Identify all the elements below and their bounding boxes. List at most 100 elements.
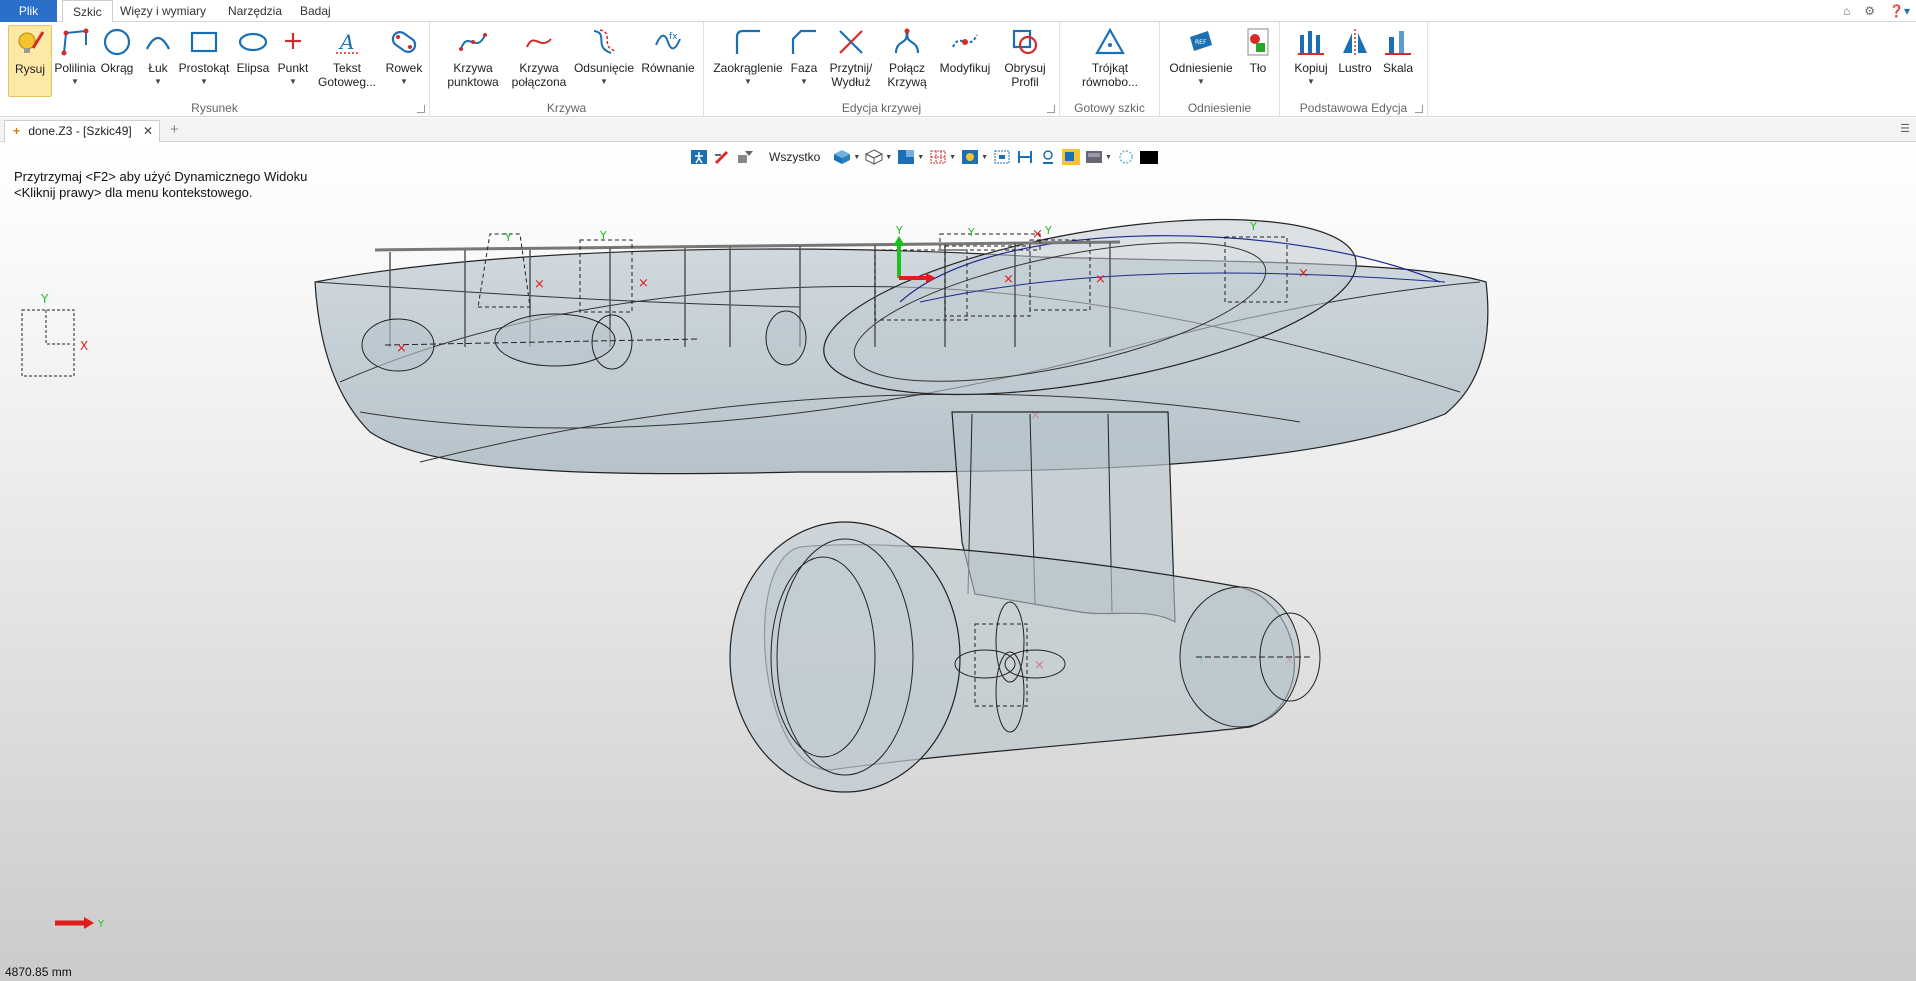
- filter-label[interactable]: Wszystko: [769, 150, 820, 164]
- svg-text:Y: Y: [599, 229, 607, 242]
- dialog-launcher-icon[interactable]: [1415, 105, 1423, 113]
- prostokat-button[interactable]: Prostokąt ▼: [178, 25, 230, 89]
- luk-button[interactable]: Łuk ▼: [140, 25, 176, 89]
- document-tab-bar: + done.Z3 - [Szkic49] ✕ + ☰: [0, 118, 1916, 142]
- svg-text:A: A: [338, 30, 354, 54]
- elipsa-button[interactable]: Elipsa: [233, 25, 273, 75]
- equation-icon: fx: [655, 32, 681, 50]
- modify-icon: [952, 34, 978, 48]
- join-curve-icon: [894, 28, 920, 54]
- settings-icon[interactable]: ⚙: [1864, 4, 1875, 18]
- odniesienie-button[interactable]: REF Odniesienie ▼: [1164, 25, 1238, 89]
- svg-text:fx: fx: [669, 32, 678, 42]
- odsuniecie-button[interactable]: Odsunięcie ▼: [572, 25, 636, 89]
- tab-list-icon[interactable]: ☰: [1900, 122, 1910, 135]
- przytnij-wydluz-button[interactable]: Przytnij/ Wydłuż: [824, 25, 878, 89]
- svg-text:REF: REF: [1195, 39, 1207, 46]
- group-label: Podstawowa Edycja: [1299, 101, 1408, 115]
- up-icon[interactable]: ⌂: [1843, 4, 1850, 18]
- origin-frame: [21, 309, 75, 377]
- pick-filter-icon[interactable]: [713, 149, 731, 165]
- dropdown-arrow-icon[interactable]: ▼: [1105, 154, 1112, 161]
- dropdown-arrow-icon: ▼: [800, 77, 808, 86]
- filter-funnel-icon[interactable]: [736, 149, 754, 165]
- dropdown-arrow-icon: ▼: [1307, 77, 1315, 86]
- dropdown-arrow-icon: ▼: [744, 77, 752, 86]
- svg-text:×: ×: [1095, 272, 1106, 287]
- copy-icon: [1298, 31, 1324, 55]
- dropdown-arrow-icon[interactable]: ▼: [853, 154, 860, 161]
- krzywa-polaczona-button[interactable]: Krzywa połączona: [508, 25, 570, 89]
- dropdown-arrow-icon[interactable]: ▼: [981, 154, 988, 161]
- skala-button[interactable]: Skala: [1378, 25, 1418, 75]
- svg-text:×: ×: [1032, 227, 1043, 242]
- tekst-button[interactable]: A Tekst Gotoweg...: [314, 25, 380, 89]
- ellipse-icon: [238, 32, 268, 52]
- okrag-button[interactable]: Okrąg: [98, 25, 136, 75]
- shaded-cube-icon[interactable]: [833, 149, 851, 165]
- point-icon: [285, 33, 301, 49]
- rysuj-button[interactable]: Rysuj: [8, 25, 52, 97]
- svg-text:×: ×: [396, 341, 407, 356]
- grid-icon[interactable]: [929, 149, 947, 165]
- group-rysunek: Rysuj Polilinia ▼ Okrąg Łuk ▼ Prostokąt …: [0, 22, 430, 117]
- section-view-icon[interactable]: [1016, 149, 1034, 165]
- polyline-icon: [61, 28, 89, 56]
- add-tab-icon[interactable]: +: [170, 121, 179, 138]
- dropdown-arrow-icon: ▼: [71, 77, 79, 86]
- tab-plik[interactable]: Plik: [0, 0, 57, 22]
- document-tab[interactable]: + done.Z3 - [Szkic49] ✕: [4, 120, 160, 142]
- polacz-krzywa-button[interactable]: Połącz Krzywą: [880, 25, 934, 89]
- group-podstawowa-edycja: Kopiuj ▼ Lustro Skala Podstawowa Edycja: [1280, 22, 1428, 117]
- group-label: Edycja krzywej: [841, 101, 922, 115]
- help-icon[interactable]: ❓▾: [1889, 4, 1910, 18]
- lamp-icon[interactable]: [1039, 149, 1057, 165]
- triangle-icon: [1095, 27, 1125, 55]
- dropdown-arrow-icon[interactable]: ▼: [885, 154, 892, 161]
- close-icon[interactable]: ✕: [143, 121, 153, 141]
- tlo-button[interactable]: Tło: [1242, 25, 1274, 75]
- punkt-button[interactable]: Punkt ▼: [274, 25, 312, 89]
- dropdown-arrow-icon[interactable]: ▼: [917, 154, 924, 161]
- zaokraglenie-button[interactable]: Zaokrąglenie ▼: [710, 25, 786, 89]
- lustro-button[interactable]: Lustro: [1334, 25, 1376, 75]
- tab-szkic[interactable]: Szkic: [62, 0, 113, 23]
- dialog-launcher-icon[interactable]: [417, 105, 425, 113]
- chamfer-icon: [791, 29, 816, 54]
- dialog-launcher-icon[interactable]: [1047, 105, 1055, 113]
- modyfikuj-button[interactable]: Modyfikuj: [936, 25, 994, 75]
- origin-axis-x-label: X: [80, 339, 88, 353]
- faza-button[interactable]: Faza ▼: [786, 25, 822, 89]
- tab-wiezy-i-wymiary[interactable]: Więzy i wymiary: [110, 0, 216, 22]
- polilinia-button[interactable]: Polilinia ▼: [53, 25, 97, 89]
- walk-icon[interactable]: [690, 149, 708, 165]
- display-style-icon[interactable]: [1085, 149, 1103, 165]
- obrysuj-profil-button[interactable]: Obrysuj Profil: [996, 25, 1054, 89]
- status-measurement: 4870.85 mm: [5, 965, 72, 979]
- kopiuj-button[interactable]: Kopiuj ▼: [1290, 25, 1332, 89]
- dropdown-arrow-icon[interactable]: ▼: [949, 154, 956, 161]
- svg-text:×: ×: [1298, 266, 1309, 281]
- wire-cube-icon[interactable]: [865, 149, 884, 165]
- trojkat-button[interactable]: Trójkąt równobo...: [1070, 25, 1150, 89]
- highlight-toggle-icon[interactable]: [1062, 149, 1081, 165]
- lasso-icon[interactable]: [1117, 149, 1135, 165]
- group-krzywa: Krzywa punktowa Krzywa połączona Odsunię…: [430, 22, 704, 117]
- slot-icon: [391, 31, 417, 53]
- krzywa-punktowa-button[interactable]: Krzywa punktowa: [442, 25, 504, 89]
- 3d-viewport[interactable]: × × × × × × × × × × Y Y Y Y Y Y Y: [0, 142, 1916, 981]
- tab-narzedzia[interactable]: Narzędzia: [218, 0, 292, 22]
- background-color-icon[interactable]: [1139, 149, 1158, 165]
- rownanie-button[interactable]: fx Równanie: [638, 25, 698, 75]
- model-scene: × × × × × × × × × × Y Y Y Y Y Y Y: [21, 218, 1489, 930]
- zoom-fit-icon[interactable]: [993, 149, 1011, 165]
- render-mode-icon[interactable]: [961, 149, 979, 165]
- rowek-button[interactable]: Rowek ▼: [383, 25, 425, 89]
- dropdown-arrow-icon: ▼: [154, 77, 162, 86]
- group-label: Krzywa: [546, 101, 587, 115]
- view-layout-icon[interactable]: [897, 149, 915, 165]
- spline-icon: [459, 33, 487, 51]
- tab-badaj[interactable]: Badaj: [290, 0, 341, 22]
- dropdown-arrow-icon: ▼: [289, 77, 297, 86]
- scale-icon: [1385, 31, 1411, 55]
